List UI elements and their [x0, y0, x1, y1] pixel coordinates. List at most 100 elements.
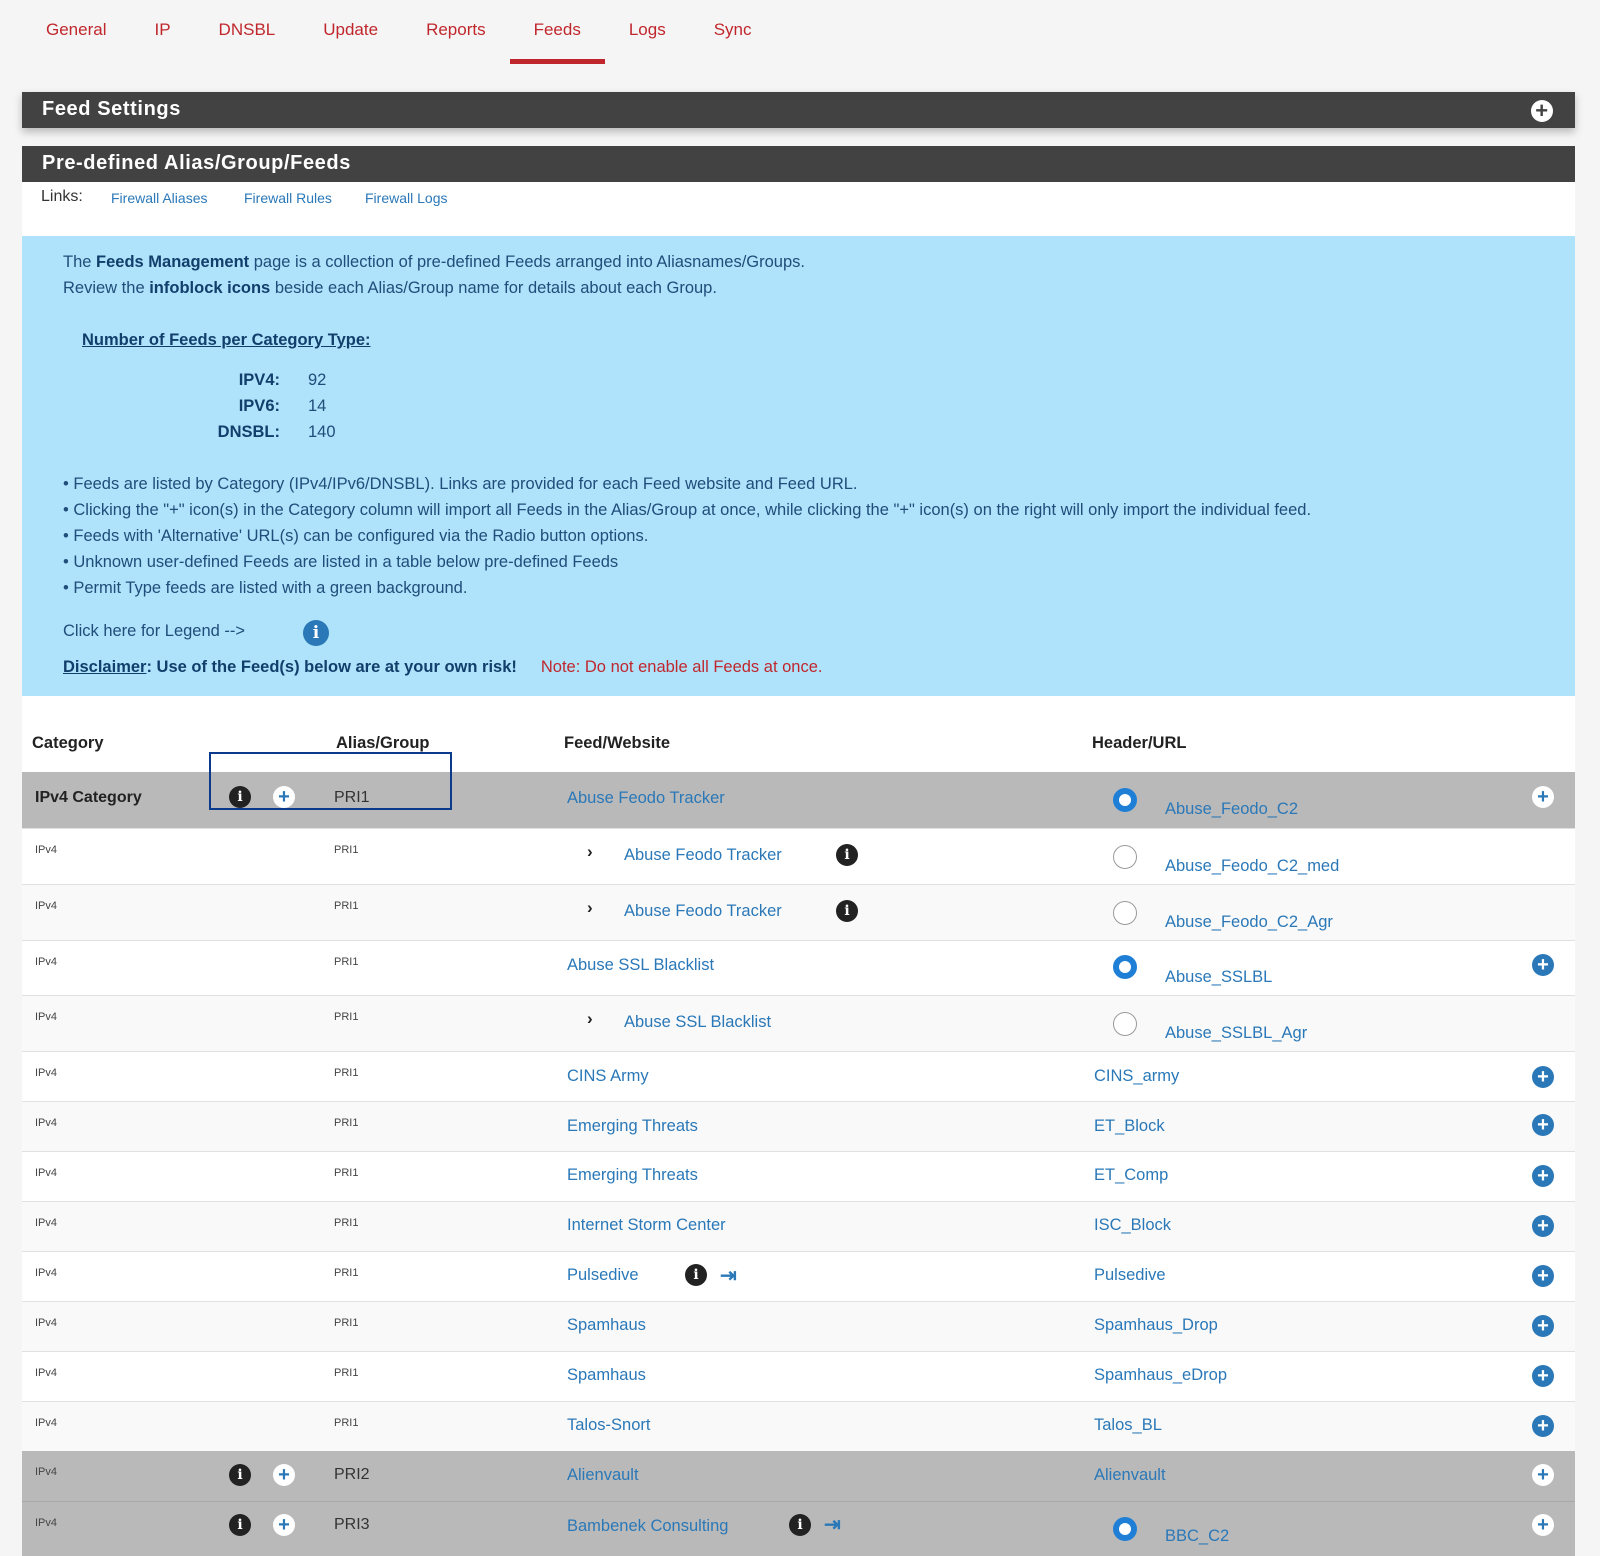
feed-import-plus-icon[interactable]: +: [1532, 1365, 1554, 1387]
feed-import-plus-icon[interactable]: +: [1532, 1066, 1554, 1088]
info-icon[interactable]: i: [229, 1464, 251, 1486]
header-radio[interactable]: [1113, 1012, 1137, 1036]
feed-settings-header[interactable]: Feed Settings +: [22, 92, 1575, 128]
firewall-rules-link[interactable]: Firewall Rules: [244, 190, 332, 206]
feed-link[interactable]: CINS Army: [567, 1067, 649, 1086]
header-link[interactable]: CINS_army: [1094, 1067, 1179, 1086]
header-radio[interactable]: [1113, 845, 1137, 869]
category-label: IPv4: [35, 1167, 58, 1179]
tab-sync[interactable]: Sync: [690, 0, 776, 64]
feed-link[interactable]: Bambenek Consulting: [567, 1517, 728, 1536]
feed-link[interactable]: Spamhaus: [567, 1366, 646, 1385]
feed-import-plus-icon[interactable]: +: [1532, 1215, 1554, 1237]
group-label: PRI1: [334, 1317, 359, 1329]
feed-link[interactable]: Abuse Feodo Tracker: [624, 902, 782, 921]
feed-import-plus-icon[interactable]: +: [1532, 1315, 1554, 1337]
feed-settings-title: Feed Settings: [42, 98, 181, 120]
header-link[interactable]: Abuse_SSLBL_Agr: [1165, 1024, 1307, 1043]
info-line-1: The Feeds Management page is a collectio…: [63, 253, 805, 271]
table-row: IPv4 PRI1 › Abuse Feodo Tracker i Abuse_…: [22, 884, 1575, 940]
feed-link[interactable]: Talos-Snort: [567, 1416, 650, 1435]
feed-link[interactable]: Pulsedive: [567, 1266, 639, 1285]
group-label: PRI3: [334, 1516, 370, 1533]
info-icon[interactable]: i: [229, 1514, 251, 1536]
header-link[interactable]: Abuse_Feodo_C2_Agr: [1165, 913, 1333, 932]
category-label: IPv4: [35, 1117, 58, 1129]
col-alias-group: Alias/Group: [336, 734, 430, 752]
header-link[interactable]: BBC_C2: [1165, 1527, 1229, 1546]
tab-dnsbl[interactable]: DNSBL: [195, 0, 300, 64]
info-block: The Feeds Management page is a collectio…: [22, 236, 1575, 696]
header-link[interactable]: Alienvault: [1094, 1466, 1166, 1485]
legend-info-icon[interactable]: i: [303, 620, 329, 646]
header-link[interactable]: Pulsedive: [1094, 1266, 1166, 1285]
info-icon[interactable]: i: [685, 1264, 707, 1286]
feed-link[interactable]: Abuse Feodo Tracker: [624, 846, 782, 865]
feed-link[interactable]: Alienvault: [567, 1466, 639, 1485]
table-row: IPv4 PRI1 Emerging Threats ET_Block +: [22, 1101, 1575, 1151]
tab-ip[interactable]: IP: [130, 0, 194, 64]
feed-link[interactable]: Abuse SSL Blacklist: [624, 1013, 771, 1032]
group-label: PRI2: [334, 1466, 370, 1483]
focus-highlight: [209, 752, 452, 810]
tab-update[interactable]: Update: [299, 0, 402, 64]
feed-import-plus-icon[interactable]: +: [1532, 1514, 1554, 1536]
feed-link[interactable]: Internet Storm Center: [567, 1216, 726, 1235]
header-link[interactable]: ISC_Block: [1094, 1216, 1171, 1235]
header-link[interactable]: Spamhaus_Drop: [1094, 1316, 1218, 1335]
group-import-plus-icon[interactable]: +: [273, 1514, 295, 1536]
feed-import-plus-icon[interactable]: +: [1532, 1415, 1554, 1437]
firewall-logs-link[interactable]: Firewall Logs: [365, 190, 447, 206]
info-icon[interactable]: i: [836, 900, 858, 922]
tab-logs[interactable]: Logs: [605, 0, 690, 64]
count-value-ipv6: 14: [308, 397, 327, 415]
tab-general[interactable]: General: [22, 0, 130, 64]
info-icon[interactable]: i: [836, 844, 858, 866]
expand-plus-icon[interactable]: +: [1531, 100, 1553, 122]
feed-link[interactable]: Abuse Feodo Tracker: [567, 789, 725, 808]
count-value-ipv4: 92: [308, 371, 327, 389]
tab-reports[interactable]: Reports: [402, 0, 510, 64]
header-radio[interactable]: [1113, 1517, 1137, 1541]
col-header-url: Header/URL: [1092, 734, 1187, 752]
predefined-title: Pre-defined Alias/Group/Feeds: [42, 152, 351, 174]
group-import-plus-icon[interactable]: +: [273, 1464, 295, 1486]
firewall-aliases-link[interactable]: Firewall Aliases: [111, 190, 207, 206]
count-label-ipv6: IPV6:: [238, 397, 280, 415]
sign-in-icon[interactable]: ⇥: [824, 1512, 841, 1537]
count-value-dnsbl: 140: [308, 423, 336, 441]
feed-link[interactable]: Spamhaus: [567, 1316, 646, 1335]
feed-link[interactable]: Emerging Threats: [567, 1166, 698, 1185]
tab-feeds[interactable]: Feeds: [509, 0, 606, 64]
feed-link[interactable]: Abuse SSL Blacklist: [567, 956, 714, 975]
feed-import-plus-icon[interactable]: +: [1532, 1265, 1554, 1287]
links-bar: Links: Firewall Aliases Firewall Rules F…: [22, 182, 1575, 236]
header-link[interactable]: Spamhaus_eDrop: [1094, 1366, 1227, 1385]
header-link[interactable]: Abuse_Feodo_C2: [1165, 800, 1298, 819]
header-link[interactable]: Abuse_Feodo_C2_med: [1165, 857, 1339, 876]
category-label: IPv4: [35, 1011, 58, 1023]
info-icon[interactable]: i: [789, 1514, 811, 1536]
bullet-4: • Unknown user-defined Feeds are listed …: [63, 553, 619, 571]
feed-import-plus-icon[interactable]: +: [1532, 1114, 1554, 1136]
chevron-right-icon: ›: [587, 1009, 593, 1028]
feed-import-plus-icon[interactable]: +: [1532, 954, 1554, 976]
feed-link[interactable]: Emerging Threats: [567, 1117, 698, 1136]
header-radio[interactable]: [1113, 788, 1137, 812]
feed-import-plus-icon[interactable]: +: [1532, 786, 1554, 808]
header-radio[interactable]: [1113, 901, 1137, 925]
sign-in-icon[interactable]: ⇥: [720, 1263, 737, 1288]
group-label: PRI1: [334, 1067, 359, 1079]
feed-import-plus-icon[interactable]: +: [1532, 1165, 1554, 1187]
group-label: PRI1: [334, 1417, 359, 1429]
header-link[interactable]: Talos_BL: [1094, 1416, 1162, 1435]
header-link[interactable]: ET_Block: [1094, 1117, 1165, 1136]
header-radio[interactable]: [1113, 955, 1137, 979]
table-row: IPv4 PRI1 Emerging Threats ET_Comp +: [22, 1151, 1575, 1201]
group-label: PRI1: [334, 844, 359, 856]
count-label-dnsbl: DNSBL:: [217, 423, 280, 441]
header-link[interactable]: Abuse_SSLBL: [1165, 968, 1272, 987]
group-label: PRI1: [334, 1217, 359, 1229]
header-link[interactable]: ET_Comp: [1094, 1166, 1168, 1185]
feed-import-plus-icon[interactable]: +: [1532, 1464, 1554, 1486]
